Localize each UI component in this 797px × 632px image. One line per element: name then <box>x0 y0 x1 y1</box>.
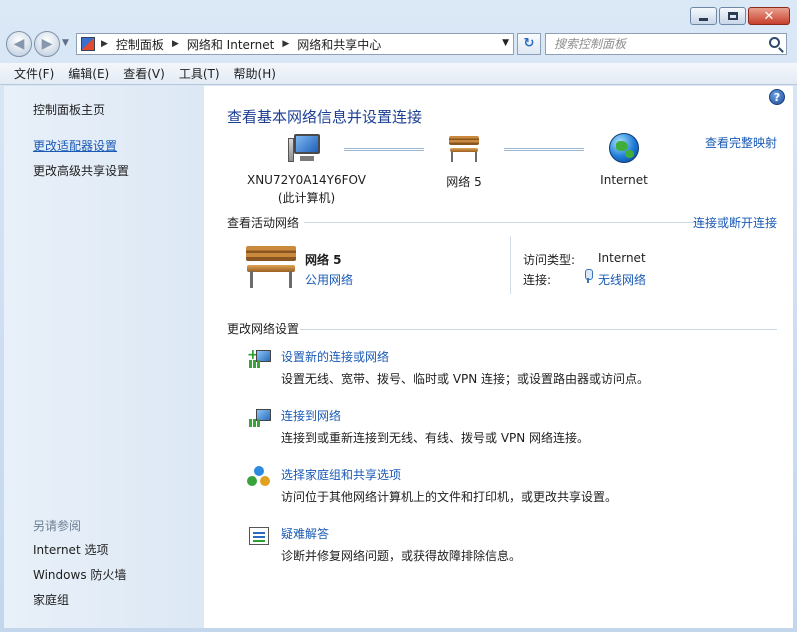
sidebar-windows-firewall[interactable]: Windows 防火墙 <box>33 566 126 583</box>
wireless-signal-icon <box>584 269 593 283</box>
task-homegroup-desc: 访问位于其他网络计算机上的文件和打印机，或更改共享设置。 <box>281 490 618 504</box>
maximize-icon <box>727 12 738 20</box>
help-icon[interactable]: ? <box>769 89 785 105</box>
sidebar-internet-options[interactable]: Internet 选项 <box>33 541 108 558</box>
map-link-line <box>344 148 424 151</box>
sidebar-homegroup[interactable]: 家庭组 <box>33 591 69 608</box>
task-connect-network-link[interactable]: 连接到网络 <box>281 407 341 424</box>
connect-network-icon <box>247 407 271 429</box>
task-setup-connection-desc: 设置无线、宽带、拨号、临时或 VPN 连接；或设置路由器或访问点。 <box>281 372 650 386</box>
new-connection-icon: + <box>247 348 271 370</box>
map-node-internet[interactable]: Internet <box>584 173 664 187</box>
refresh-icon: ↻ <box>523 36 535 51</box>
maximize-button[interactable] <box>719 7 746 25</box>
back-button[interactable]: ◀ <box>6 31 32 57</box>
arrow-right-icon: ▶ <box>41 36 53 52</box>
computer-name: XNU72Y0A14Y6FOV <box>246 173 366 187</box>
search-icon[interactable] <box>769 37 780 48</box>
computer-subtitle: (此计算机) <box>277 191 336 205</box>
minimize-button[interactable] <box>690 7 717 25</box>
task-setup-connection-link[interactable]: 设置新的连接或网络 <box>281 348 389 365</box>
network-name: 网络 5 <box>446 175 482 189</box>
view-full-map-link[interactable]: 查看完整映射 <box>705 134 777 151</box>
search-box <box>545 33 787 55</box>
sidebar-change-adapter-settings[interactable]: 更改适配器设置 <box>33 137 117 154</box>
public-network-bench-icon <box>246 246 296 288</box>
breadcrumb-separator-icon[interactable]: ▶ <box>101 39 108 49</box>
network-bench-icon <box>449 136 479 162</box>
search-input[interactable] <box>554 37 754 51</box>
vertical-divider <box>510 236 511 294</box>
caption-buttons: ✕ <box>688 7 790 25</box>
minimize-icon <box>699 17 708 21</box>
task-troubleshoot-link[interactable]: 疑难解答 <box>281 525 329 542</box>
breadcrumb-separator-icon[interactable]: ▶ <box>172 39 179 49</box>
menu-view[interactable]: 查看(V) <box>117 65 171 82</box>
page-title: 查看基本网络信息并设置连接 <box>227 108 423 126</box>
troubleshoot-icon <box>247 525 271 547</box>
menu-bar: 文件(F) 编辑(E) 查看(V) 工具(T) 帮助(H) <box>0 63 797 85</box>
close-icon: ✕ <box>763 8 775 24</box>
address-bar[interactable]: ▶ 控制面板 ▶ 网络和 Internet ▶ 网络和共享中心 ▼ <box>76 33 514 55</box>
window-frame: ✕ ◀ ▶ ▼ ▶ 控制面板 ▶ 网络和 Internet ▶ 网络和共享中心 … <box>0 0 797 632</box>
breadcrumb-separator-icon[interactable]: ▶ <box>282 39 289 49</box>
address-row: ◀ ▶ ▼ ▶ 控制面板 ▶ 网络和 Internet ▶ 网络和共享中心 ▼ … <box>4 30 793 58</box>
address-dropdown-icon[interactable]: ▼ <box>502 38 509 48</box>
menu-file[interactable]: 文件(F) <box>8 65 60 82</box>
connections-label: 连接: <box>523 273 552 287</box>
globe-icon <box>609 133 639 163</box>
map-link-line <box>504 148 584 151</box>
task-homegroup-link[interactable]: 选择家庭组和共享选项 <box>281 466 401 483</box>
task-connect-network-desc: 连接到或重新连接到无线、有线、拨号或 VPN 网络连接。 <box>281 431 590 445</box>
network-type-link[interactable]: 公用网络 <box>305 271 353 288</box>
task-troubleshoot-desc: 诊断并修复网络问题，或获得故障排除信息。 <box>281 549 522 563</box>
menu-help[interactable]: 帮助(H) <box>228 65 282 82</box>
homegroup-icon <box>247 466 271 488</box>
see-also-heading: 另请参阅 <box>33 519 82 533</box>
menu-tools[interactable]: 工具(T) <box>173 65 226 82</box>
sidebar-control-panel-home[interactable]: 控制面板主页 <box>33 101 105 118</box>
forward-button[interactable]: ▶ <box>34 31 60 57</box>
main-content: ? 查看基本网络信息并设置连接 查看完整映射 XNU72Y0A14Y6FOV (… <box>204 86 793 628</box>
breadcrumb-network-internet[interactable]: 网络和 Internet <box>187 36 274 53</box>
close-button[interactable]: ✕ <box>748 7 790 25</box>
computer-icon <box>288 134 324 164</box>
access-type-label: 访问类型: <box>523 253 576 267</box>
refresh-button[interactable]: ↻ <box>517 33 541 55</box>
breadcrumb-control-panel[interactable]: 控制面板 <box>116 36 164 53</box>
access-type-value: Internet <box>598 251 646 265</box>
control-panel-icon <box>81 37 95 51</box>
change-settings-heading: 更改网络设置 <box>227 322 300 336</box>
internet-label: Internet <box>600 173 648 187</box>
sidebar: 控制面板主页 更改适配器设置 更改高级共享设置 另请参阅 Internet 选项… <box>4 86 204 628</box>
section-divider <box>304 222 707 223</box>
wireless-connection-link[interactable]: 无线网络 <box>598 271 646 288</box>
section-divider <box>300 329 777 330</box>
recent-pages-dropdown[interactable]: ▼ <box>62 38 69 48</box>
sidebar-change-advanced-sharing[interactable]: 更改高级共享设置 <box>33 162 129 179</box>
map-node-computer[interactable]: XNU72Y0A14Y6FOV (此计算机) <box>234 173 379 206</box>
arrow-left-icon: ◀ <box>13 36 25 52</box>
breadcrumb-sharing-center[interactable]: 网络和共享中心 <box>297 36 381 53</box>
active-network-name: 网络 5 <box>305 253 342 267</box>
connect-disconnect-link[interactable]: 连接或断开连接 <box>693 214 777 231</box>
map-node-network: 网络 5 <box>424 173 504 190</box>
menu-edit[interactable]: 编辑(E) <box>62 65 115 82</box>
active-networks-heading: 查看活动网络 <box>227 216 300 230</box>
